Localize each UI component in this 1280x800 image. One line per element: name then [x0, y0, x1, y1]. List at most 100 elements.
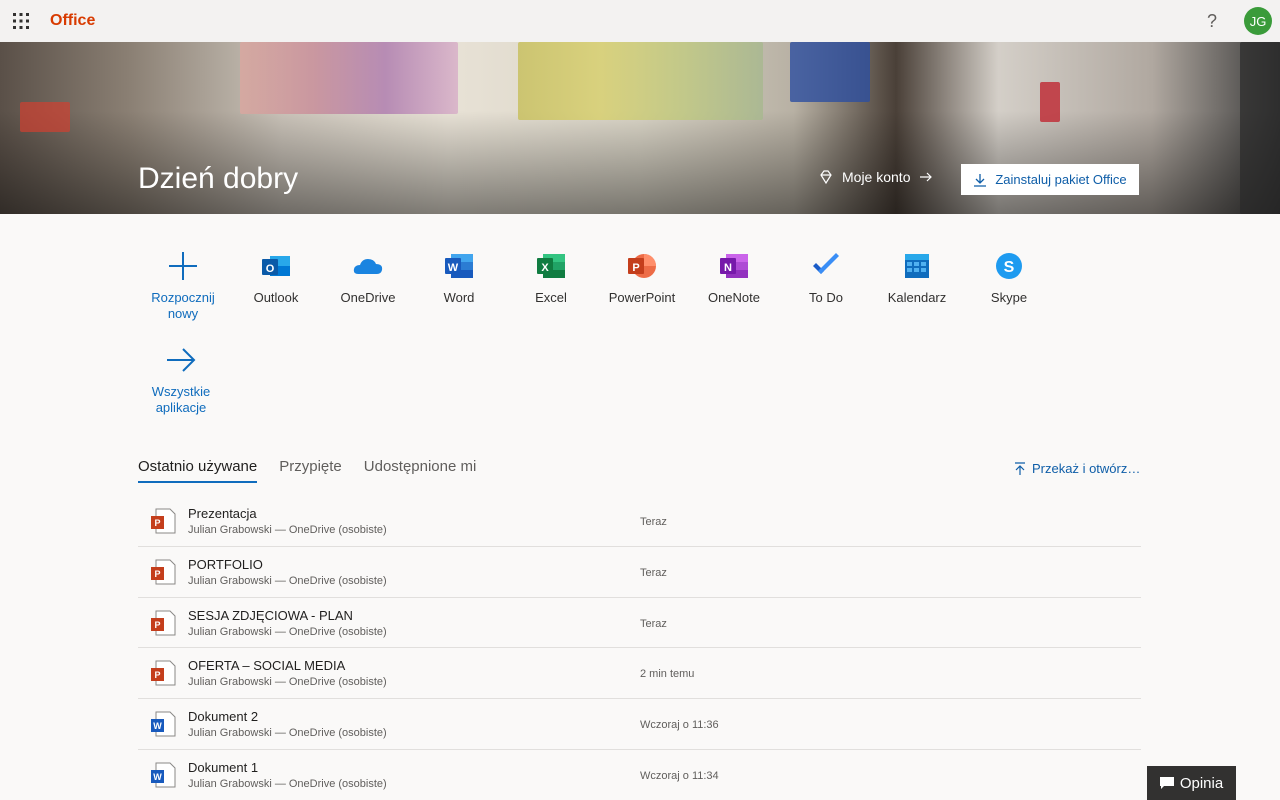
- recent-files-list: P Prezentacja Julian Grabowski — OneDriv…: [138, 496, 1141, 800]
- app-all-apps[interactable]: Wszystkie aplikacje: [135, 340, 227, 416]
- app-onedrive[interactable]: OneDrive: [322, 246, 414, 306]
- file-date: Teraz: [640, 516, 667, 528]
- help-button[interactable]: ?: [1200, 9, 1224, 33]
- powerpoint-icon: P: [626, 250, 658, 282]
- file-date: Teraz: [640, 566, 667, 579]
- install-office-button[interactable]: Zainstaluj pakiet Office: [961, 164, 1139, 195]
- hero-painting: [240, 42, 458, 114]
- file-name: OFERTA – SOCIAL MEDIA: [188, 658, 346, 674]
- file-date: Teraz: [640, 617, 667, 630]
- tab-recent[interactable]: Ostatnio używane: [138, 458, 258, 483]
- app-new[interactable]: Rozpocznij nowy: [137, 246, 229, 322]
- svg-text:W: W: [448, 262, 459, 274]
- powerpoint-file-icon: P: [151, 610, 176, 636]
- my-account-label: Moje konto: [842, 169, 911, 185]
- svg-text:W: W: [153, 721, 162, 731]
- comment-icon: [1159, 777, 1174, 789]
- avatar[interactable]: JG: [1244, 7, 1272, 35]
- onedrive-icon: [352, 250, 384, 282]
- table-row[interactable]: W Dokument 1 Julian Grabowski — OneDrive…: [138, 750, 1141, 800]
- install-office-label: Zainstaluj pakiet Office: [995, 172, 1127, 187]
- top-bar: Office ? JG: [0, 0, 1280, 42]
- app-label: Word: [443, 290, 475, 305]
- upload-and-open-link[interactable]: Przekaż i otwórz…: [1014, 461, 1140, 476]
- file-tabs: Ostatnio używane Przypięte Udostępnione …: [138, 458, 476, 483]
- diamond-icon: [820, 170, 832, 185]
- powerpoint-file-icon: P: [151, 559, 176, 585]
- word-icon: W: [443, 250, 475, 282]
- file-date: 2 min temu: [640, 668, 695, 681]
- file-location: Julian Grabowski — OneDrive (osobiste): [188, 625, 387, 638]
- powerpoint-file-icon: P: [151, 660, 176, 686]
- svg-text:P: P: [632, 262, 639, 274]
- app-outlook[interactable]: O Outlook: [230, 246, 322, 306]
- upload-icon: [1015, 461, 1025, 475]
- waffle-icon: [13, 13, 29, 29]
- app-launcher-button[interactable]: [0, 0, 42, 42]
- app-word[interactable]: W Word: [413, 246, 505, 306]
- file-name: PORTFOLIO: [188, 556, 263, 572]
- app-label: OneDrive: [340, 290, 396, 305]
- table-row[interactable]: W Dokument 2 Julian Grabowski — OneDrive…: [138, 699, 1141, 750]
- file-location: Julian Grabowski — OneDrive (osobiste): [188, 777, 387, 790]
- app-powerpoint[interactable]: P PowerPoint: [596, 246, 688, 306]
- skype-icon: S: [993, 250, 1025, 282]
- outlook-icon: O: [260, 250, 292, 282]
- word-file-icon: W: [151, 711, 176, 737]
- app-label: Wszystkie aplikacje: [151, 384, 211, 415]
- file-name: SESJA ZDJĘCIOWA - PLAN: [188, 607, 353, 623]
- table-row[interactable]: P OFERTA – SOCIAL MEDIA Julian Grabowski…: [138, 648, 1141, 700]
- svg-text:P: P: [154, 518, 160, 528]
- excel-icon: X: [535, 250, 567, 282]
- arrow-right-icon: [920, 172, 933, 182]
- app-label: Rozpocznij nowy: [151, 290, 215, 321]
- svg-text:P: P: [154, 620, 160, 630]
- file-name: Dokument 2: [188, 709, 259, 725]
- tab-pinned[interactable]: Przypięte: [279, 458, 342, 483]
- svg-text:X: X: [541, 262, 549, 274]
- download-icon: [974, 173, 987, 187]
- file-location: Julian Grabowski — OneDrive (osobiste): [188, 574, 387, 587]
- greeting-title: Dzień dobry: [138, 162, 299, 195]
- svg-text:N: N: [724, 262, 732, 274]
- tab-shared[interactable]: Udostępnione mi: [364, 458, 477, 483]
- svg-text:O: O: [266, 263, 275, 275]
- app-onenote[interactable]: N OneNote: [688, 246, 780, 306]
- upload-and-open-label: Przekaż i otwórz…: [1032, 461, 1141, 476]
- svg-text:W: W: [153, 772, 162, 782]
- powerpoint-file-icon: P: [151, 508, 176, 534]
- app-label: Kalendarz: [887, 290, 947, 305]
- table-row[interactable]: P PORTFOLIO Julian Grabowski — OneDrive …: [138, 547, 1141, 598]
- todo-icon: [810, 250, 842, 282]
- hero-painting: [20, 102, 70, 132]
- app-todo[interactable]: To Do: [780, 246, 872, 306]
- feedback-button[interactable]: Opinia: [1147, 766, 1236, 800]
- hero-banner: Dzień dobry Moje konto Zainstaluj pakiet…: [0, 42, 1280, 214]
- file-name: Prezentacja: [188, 506, 257, 521]
- hero-painting: [790, 42, 870, 102]
- office-brand-link[interactable]: Office: [50, 12, 95, 30]
- feedback-label: Opinia: [1179, 774, 1224, 792]
- hero-painting: [1040, 82, 1060, 122]
- app-calendar[interactable]: Kalendarz: [871, 246, 963, 306]
- arrow-right-icon: [165, 344, 197, 376]
- app-excel[interactable]: X Excel: [505, 246, 597, 306]
- file-location: Julian Grabowski — OneDrive (osobiste): [188, 727, 387, 740]
- file-location: Julian Grabowski — OneDrive (osobiste): [188, 676, 387, 689]
- app-label: PowerPoint: [608, 290, 676, 305]
- calendar-icon: [901, 250, 933, 282]
- hero-painting: [518, 42, 763, 120]
- app-label: OneNote: [707, 290, 761, 305]
- file-date: Wczoraj o 11:34: [640, 769, 719, 782]
- word-file-icon: W: [151, 762, 176, 788]
- table-row[interactable]: P Prezentacja Julian Grabowski — OneDriv…: [138, 496, 1141, 547]
- file-location: Julian Grabowski — OneDrive (osobiste): [188, 524, 387, 536]
- file-date: Wczoraj o 11:36: [640, 719, 719, 732]
- app-skype[interactable]: S Skype: [963, 246, 1055, 306]
- app-label: Skype: [990, 290, 1028, 305]
- hero-painting: [1240, 42, 1280, 214]
- table-row[interactable]: P SESJA ZDJĘCIOWA - PLAN Julian Grabowsk…: [138, 598, 1141, 649]
- svg-text:S: S: [1004, 259, 1015, 276]
- my-account-link[interactable]: Moje konto: [818, 169, 934, 185]
- app-label: Outlook: [253, 290, 299, 305]
